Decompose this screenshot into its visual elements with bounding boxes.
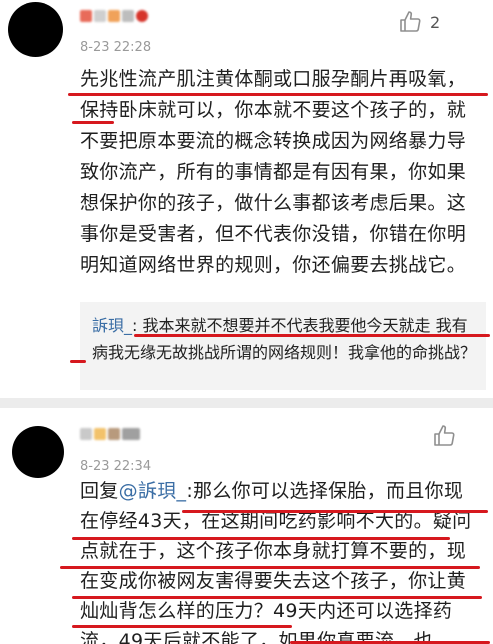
reply-username[interactable]: 訴珼_	[92, 316, 132, 335]
mention-link[interactable]: @訴珼_	[119, 480, 187, 502]
annotation-underline	[72, 596, 482, 599]
thumbs-up-icon	[400, 11, 421, 32]
username-redacted[interactable]	[80, 10, 148, 22]
comment-text: 回复@訴珼_:那么你可以选择保胎，而且你现在停经43天，在这期间吃药影响不大的。…	[80, 476, 480, 644]
reply-box[interactable]: 訴珼_: 我本来就不想要并不代表我要他今天就走 我有病我无缘无故挑战所谓的网络规…	[80, 302, 486, 390]
username-redacted[interactable]	[80, 428, 140, 440]
redacted-block	[122, 428, 140, 440]
annotation-underline	[70, 360, 86, 363]
screenshot: 8-23 22:28 2 先兆性流产肌注黄体酮或口服孕酮片再吸氧，保持卧床就可以…	[0, 0, 493, 644]
redacted-block	[80, 10, 92, 22]
annotation-underline	[182, 510, 488, 513]
comment-time: 8-23 22:34	[80, 459, 152, 474]
like-button[interactable]: 2	[398, 10, 440, 34]
comment-time: 8-23 22:28	[80, 40, 152, 55]
reply-separator: :	[132, 316, 143, 335]
comment-body: :那么你可以选择保胎，而且你现在停经43天，在这期间吃药影响不大的。疑问点就在于…	[80, 480, 472, 644]
reply-text: 我本来就不想要并不代表我要他今天就走 我有病我无缘无故挑战所谓的网络规则！我拿他…	[92, 316, 477, 362]
annotation-underline	[72, 121, 114, 124]
comment-text: 先兆性流产肌注黄体酮或口服孕酮片再吸氧，保持卧床就可以，你本就不要这个孩子的，就…	[80, 68, 467, 276]
avatar[interactable]	[8, 2, 63, 57]
redacted-block	[108, 428, 120, 440]
like-count: 2	[430, 12, 441, 32]
annotation-underline	[134, 334, 490, 337]
annotation-underline	[68, 93, 488, 96]
redacted-block	[122, 10, 134, 22]
avatar[interactable]	[12, 426, 64, 478]
like-button[interactable]	[432, 424, 464, 448]
thumbs-up-icon	[434, 425, 455, 446]
redacted-badge	[136, 10, 148, 22]
redacted-block	[108, 10, 120, 22]
annotation-underline	[72, 625, 292, 628]
annotation-underline	[60, 566, 480, 569]
redacted-block	[94, 428, 106, 440]
redacted-block	[80, 428, 92, 440]
reply-prefix: 回复	[80, 480, 119, 502]
comment-card: 8-23 22:28 2 先兆性流产肌注黄体酮或口服孕酮片再吸氧，保持卧床就可以…	[0, 0, 493, 398]
redacted-block	[94, 10, 106, 22]
annotation-underline	[72, 537, 450, 540]
comment-card: 8-23 22:34 回复@訴珼_:那么你可以选择保胎，而且你现在停经43天，在…	[0, 408, 493, 644]
